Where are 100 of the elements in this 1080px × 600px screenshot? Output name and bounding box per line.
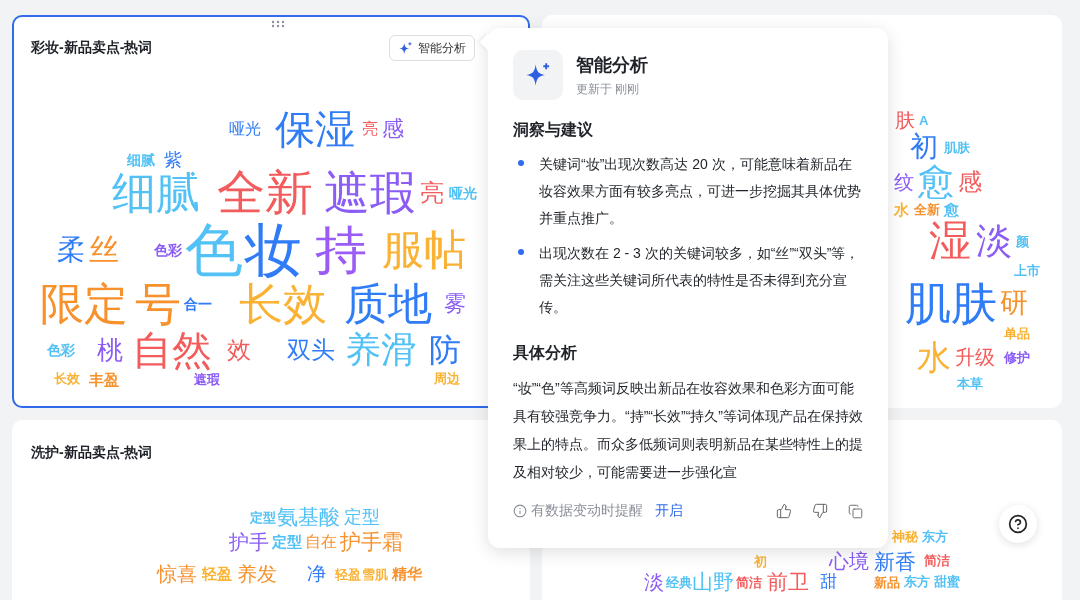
thumbs-up-icon[interactable] [776,503,792,519]
cloud-word: 柔 [57,236,85,264]
help-icon [1008,514,1028,534]
update-time: 更新于 刚刚 [576,80,641,98]
cloud-word: 精华 [392,566,422,581]
cloud-word: 前卫 [767,571,809,592]
cloud-word: 新品 [874,576,900,589]
cloud-word: 初 [754,555,767,568]
cloud-word: 淡 [976,223,1012,259]
cloud-word: 感 [958,170,982,194]
cloud-word: 淡 [644,572,664,592]
drag-handle-icon[interactable] [271,20,285,28]
popover-title: 智能分析 [576,53,648,77]
cloud-word: 护手霜 [340,531,403,552]
cloud-word: 本草 [957,377,983,390]
cloud-word: 哑光 [449,186,477,200]
card-title: 洗护-新品卖点-热词 [31,444,153,462]
cloud-word: 哑光 [229,121,261,137]
cloud-word: 保湿 [275,109,355,149]
cloud-word: 湿 [929,220,971,262]
cloud-word: 色彩 [47,343,75,357]
cloud-word: 合一 [184,297,212,311]
section-heading: 具体分析 [513,343,578,363]
cloud-word: 简洁 [924,554,950,567]
sparkle-icon [398,40,413,56]
cloud-word: 水 [894,202,909,217]
cloud-word: 氨基酸 [277,506,340,527]
cloud-word: 细腻 [127,153,155,167]
cloud-word: 亮 [420,181,444,205]
cloud-word: 防 [429,334,461,366]
section-heading: 洞察与建议 [513,120,594,140]
cloud-word: 号 [135,281,181,327]
card-title: 彩妆-新品卖点-热词 [31,39,153,57]
cloud-word: 新香 [874,551,916,572]
cloud-word: 轻盈 [335,568,361,581]
cloud-word: 细腻 [112,171,200,215]
cloud-word: 遮瑕 [324,170,416,216]
cloud-word: 双头 [287,338,335,362]
cloud-word: 初 [910,133,938,161]
cloud-word: 水 [917,340,951,374]
insight-text: 关键词“妆”出现次数高达 20 次，可能意味着新品在妆容效果方面有较多亮点，可进一步挖掘其具体优势并重点推广。 [539,155,862,228]
enable-link[interactable]: 开启 [655,502,683,520]
cloud-word: 上市 [1014,264,1040,277]
cloud-word: A [919,114,929,127]
cloud-word: 研 [1000,289,1028,317]
copy-icon[interactable] [848,503,863,519]
cloud-word: 效 [227,338,251,362]
cloud-word: 全新 [217,169,313,217]
cloud-word: 护手 [229,532,269,552]
bullet-dot [518,160,524,166]
cloud-word: 感 [382,118,404,140]
cloud-word: 定型 [250,511,276,524]
cloud-word: 惊喜 [157,564,197,584]
cloud-word: 升级 [955,347,995,367]
cloud-word: 愈 [944,202,959,217]
cloud-word: 经典 [666,576,692,589]
cloud-word: 定型 [344,508,380,526]
insight-text: 出现次数在 2 - 3 次的关键词较多，如“丝”“双头”等，需关注这些关键词所代表的特性是否未得到充分宣传。 [539,244,861,317]
cloud-word: 甜 [820,573,837,590]
cloud-word: 丰盈 [89,372,119,387]
cloud-word: 限定 [40,282,128,326]
cloud-word: 肤 [895,110,915,130]
cloud-word: 雪肌 [362,568,388,581]
cloud-word: 桃 [97,337,123,363]
cloud-word: 颜 [1016,235,1029,248]
cloud-word: 心境 [829,551,869,571]
cloud-word: 持 [315,224,367,276]
cloud-word: 周边 [434,372,460,385]
cloud-word: 色彩 [154,243,182,257]
cloud-word: 轻盈 [202,566,232,581]
bullet-dot [518,249,524,255]
notice-text: 有数据变动时提醒 [531,502,643,520]
analysis-paragraph: “妆”“色”等高频词反映出新品在妆容效果和色彩方面可能具有较强竞争力。“持”“长效”“持久”等词体现产品在保持效果上的特点。而众多低频词则表明新品在某些特性上的提及相对较少，可能需要进一步强化宣 [513,379,863,482]
cloud-word: 甜蜜 [934,575,960,588]
cloud-word: 丝 [89,235,119,265]
cloud-word: 肌肤 [905,280,997,326]
cloud-word: 遮瑕 [194,373,220,386]
cloud-word: 东方 [922,530,948,543]
sparkle-icon [513,50,563,100]
cloud-word: 紫 [164,151,182,169]
cloud-word: 定型 [272,534,302,549]
cloud-word: 色 [185,221,243,279]
cloud-word: 妆 [244,221,302,279]
cloud-word: 雾 [444,293,466,315]
cloud-word: 自在 [305,534,337,550]
cloud-word: 净 [307,564,326,583]
ai-analysis-button[interactable]: 智能分析 [389,35,475,61]
cloud-word: 养发 [237,564,277,584]
cloud-word: 长效 [239,282,327,326]
cloud-word: 神秘 [892,530,918,543]
cloud-word: 服帖 [382,229,466,271]
cloud-word: 全新 [914,203,940,216]
cloud-word: 愈 [918,164,954,200]
thumbs-down-icon[interactable] [812,503,828,519]
cloud-word: 山野 [692,571,734,592]
cloud-word: 修护 [1004,351,1030,364]
cloud-word: 纹 [894,172,914,192]
info-icon [513,504,527,518]
cloud-word: 养滑 [345,332,417,368]
cloud-word: 亮 [362,121,378,137]
